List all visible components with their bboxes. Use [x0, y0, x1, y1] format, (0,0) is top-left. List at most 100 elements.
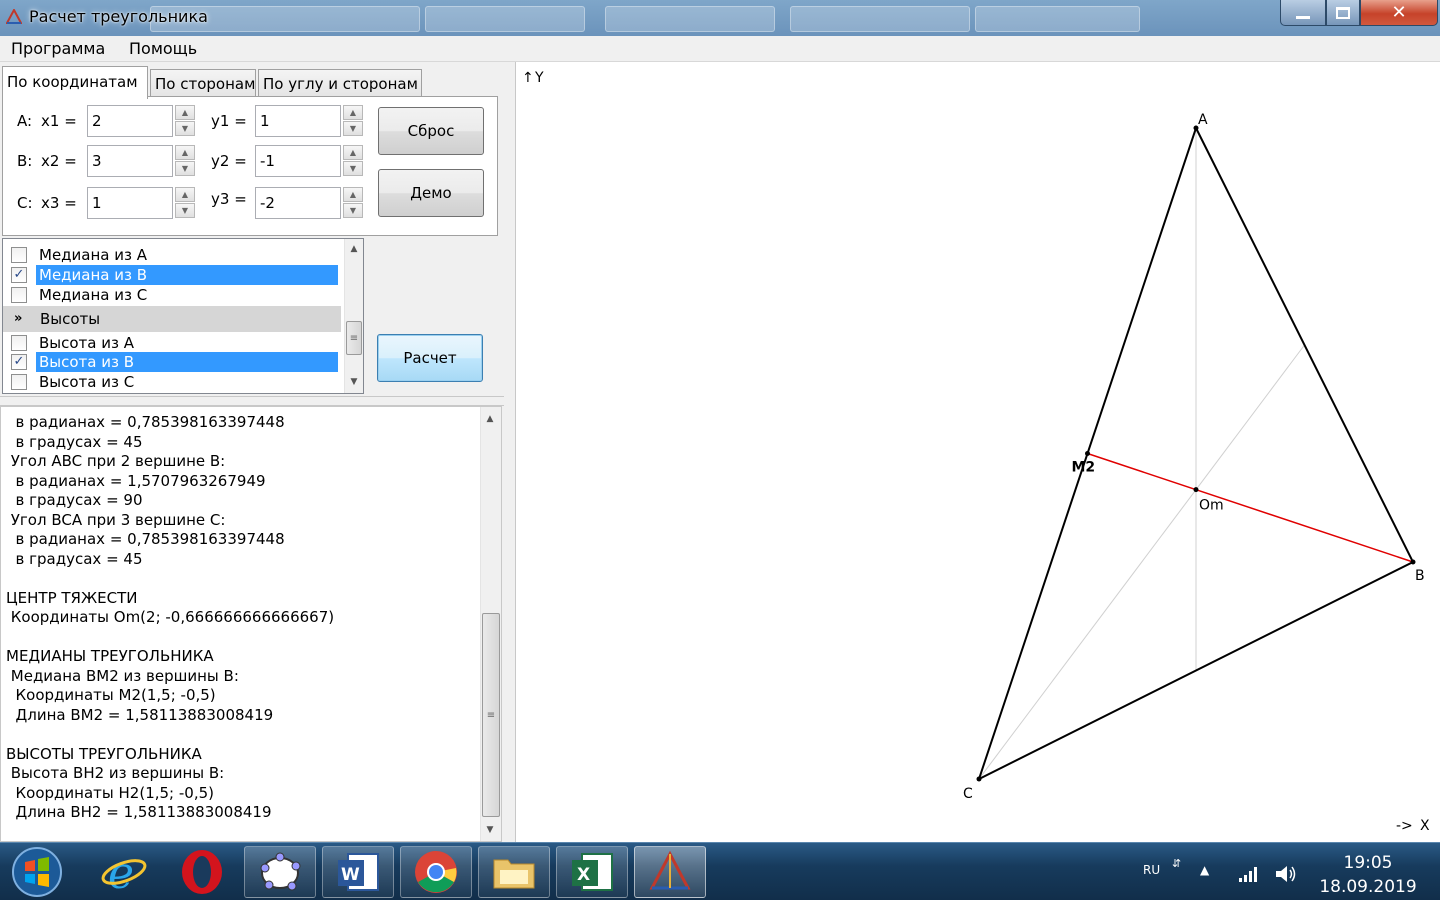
- background-tab-ghost: [605, 6, 775, 32]
- checkbox[interactable]: [11, 287, 27, 303]
- reset-button[interactable]: Сброс: [378, 107, 484, 155]
- system-clock[interactable]: 19:05 18.09.2019: [1316, 851, 1420, 899]
- triangle-app-icon: [649, 850, 691, 890]
- taskbar-excel[interactable]: X: [556, 846, 628, 898]
- y3-spinner[interactable]: -2 ▲ ▼: [255, 187, 365, 219]
- result-line: ЦЕНТР ТЯЖЕСТИ: [6, 588, 138, 607]
- scroll-thumb[interactable]: ≡: [482, 613, 500, 817]
- spin-up-icon[interactable]: ▲: [343, 187, 363, 202]
- x-axis-label: X: [1420, 818, 1430, 834]
- left-panel: По координатам По сторонам По углу и сто…: [0, 62, 504, 842]
- x3-input[interactable]: 1: [87, 187, 173, 219]
- results-output[interactable]: в радианах = 0,785398163397448 в градуса…: [0, 406, 502, 842]
- taskbar-geogebra[interactable]: [244, 846, 316, 898]
- y3-input[interactable]: -2: [255, 187, 341, 219]
- minimize-button[interactable]: [1280, 0, 1326, 26]
- taskbar-internet-explorer[interactable]: e: [88, 846, 160, 898]
- option-median-b[interactable]: ✓ Медиана из B: [3, 265, 343, 285]
- x1-input[interactable]: 2: [87, 105, 173, 137]
- spin-down-icon[interactable]: ▼: [343, 161, 363, 176]
- option-median-a[interactable]: Медиана из A: [3, 245, 343, 265]
- x3-spinner[interactable]: 1 ▲ ▼: [87, 187, 197, 219]
- spin-down-icon[interactable]: ▼: [175, 161, 195, 176]
- scroll-up-icon[interactable]: ▲: [345, 241, 363, 258]
- menu-program[interactable]: Программа: [11, 39, 105, 58]
- taskbar-explorer[interactable]: [478, 846, 550, 898]
- option-height-c[interactable]: Высота из C: [3, 372, 343, 392]
- x3-label: x3 =: [41, 194, 77, 212]
- checkbox[interactable]: [11, 335, 27, 351]
- scroll-down-icon[interactable]: ▼: [481, 822, 499, 839]
- demo-button[interactable]: Демо: [378, 169, 484, 217]
- vertex-b-text: B: [1415, 568, 1425, 584]
- svg-text:X: X: [577, 865, 590, 885]
- result-line: в радианах = 1,5707963267949: [6, 471, 266, 490]
- y1-spinner[interactable]: 1 ▲ ▼: [255, 105, 365, 137]
- vertex-c-point: [976, 776, 982, 782]
- y2-spinner[interactable]: -1 ▲ ▼: [255, 145, 365, 177]
- scroll-up-icon[interactable]: ▲: [481, 411, 499, 428]
- volume-icon[interactable]: [1274, 863, 1298, 885]
- tab-sides[interactable]: По сторонам: [150, 69, 256, 98]
- option-height-b[interactable]: ✓ Высота из B: [3, 352, 343, 372]
- scroll-down-icon[interactable]: ▼: [345, 374, 363, 391]
- tab-angle-sides[interactable]: По углу и сторонам: [258, 69, 422, 98]
- restore-icon: [1336, 6, 1350, 19]
- maximize-button[interactable]: [1326, 0, 1360, 26]
- result-line: Координаты M2(1,5; -0,5): [6, 686, 216, 704]
- group-heights-header[interactable]: » Высоты: [3, 306, 341, 332]
- result-line: Длина BM2 = 1,58113883008419: [6, 705, 274, 724]
- options-checklist[interactable]: Медиана из A ✓ Медиана из B Медиана из C…: [2, 238, 364, 394]
- option-height-a[interactable]: Высота из A: [3, 333, 343, 353]
- svg-text:e: e: [108, 848, 134, 896]
- spin-up-icon[interactable]: ▲: [343, 105, 363, 120]
- taskbar-opera[interactable]: [166, 846, 238, 898]
- spin-up-icon[interactable]: ▲: [343, 145, 363, 160]
- median-bm2-line: [1087, 452, 1414, 563]
- checkbox[interactable]: ✓: [11, 267, 27, 283]
- spin-up-icon[interactable]: ▲: [175, 145, 195, 160]
- point-om-text: Om: [1199, 498, 1224, 514]
- collapse-chevron-icon[interactable]: »: [14, 306, 22, 332]
- x2-input[interactable]: 3: [87, 145, 173, 177]
- checkbox[interactable]: [11, 374, 27, 390]
- clock-time: 19:05: [1343, 853, 1393, 873]
- x2-spinner[interactable]: 3 ▲ ▼: [87, 145, 197, 177]
- menu-help[interactable]: Помощь: [129, 39, 197, 58]
- language-indicator[interactable]: RU: [1143, 863, 1160, 877]
- spin-up-icon[interactable]: ▲: [175, 187, 195, 202]
- option-median-c[interactable]: Медиана из C: [3, 285, 343, 305]
- option-label: Медиана из A: [39, 246, 148, 264]
- calculate-button[interactable]: Расчет: [377, 334, 483, 382]
- vertical-splitter[interactable]: [504, 62, 516, 842]
- folder-icon: [493, 859, 535, 889]
- result-line: в градусах = 45: [6, 549, 143, 568]
- taskbar-triangle-app[interactable]: [634, 846, 706, 898]
- checkbox[interactable]: ✓: [11, 354, 27, 370]
- start-button[interactable]: [4, 846, 70, 898]
- network-signal-icon[interactable]: [1238, 865, 1260, 883]
- menu-bar: Программа Помощь: [0, 36, 1440, 62]
- y2-input[interactable]: -1: [255, 145, 341, 177]
- results-scrollbar[interactable]: ▲ ≡ ▼: [480, 407, 501, 841]
- y-axis-arrow-icon: ↑: [522, 70, 534, 86]
- spin-down-icon[interactable]: ▼: [175, 203, 195, 218]
- checkbox[interactable]: [11, 247, 27, 263]
- spin-down-icon[interactable]: ▼: [343, 203, 363, 218]
- horizontal-splitter[interactable]: [0, 396, 504, 406]
- keyboard-layout-icon[interactable]: ⇵: [1172, 857, 1181, 870]
- x1-spinner[interactable]: 2 ▲ ▼: [87, 105, 197, 137]
- tab-coordinates[interactable]: По координатам: [2, 66, 148, 99]
- triangle-canvas[interactable]: ↑ Y -> X A B C M2 Om: [516, 62, 1440, 842]
- taskbar-chrome[interactable]: [400, 846, 472, 898]
- y1-input[interactable]: 1: [255, 105, 341, 137]
- spin-down-icon[interactable]: ▼: [175, 121, 195, 136]
- taskbar-word[interactable]: W: [322, 846, 394, 898]
- tray-expand-icon[interactable]: ▲: [1200, 863, 1209, 877]
- close-button[interactable]: ✕: [1360, 0, 1438, 26]
- spin-up-icon[interactable]: ▲: [175, 105, 195, 120]
- spin-down-icon[interactable]: ▼: [343, 121, 363, 136]
- scroll-thumb[interactable]: ≡: [346, 321, 362, 355]
- minimize-icon: [1296, 16, 1310, 19]
- options-scrollbar[interactable]: ▲ ≡ ▼: [344, 239, 363, 393]
